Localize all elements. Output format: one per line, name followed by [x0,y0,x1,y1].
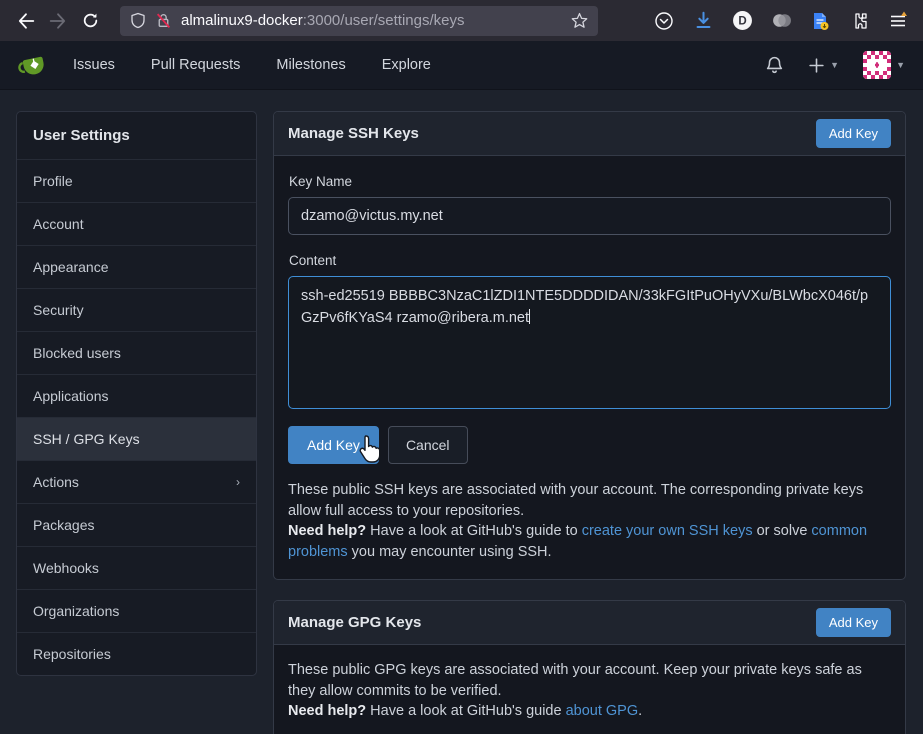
sidebar-item-applications[interactable]: Applications [17,374,256,417]
url-bar[interactable]: almalinux9-docker:3000/user/settings/key… [120,6,598,36]
sidebar-item-account[interactable]: Account [17,202,256,245]
key-content-textarea[interactable]: ssh-ed25519 BBBBC3NzaC1lZDI1NTE5DDDDIDAN… [288,276,891,409]
sidebar-title: User Settings [17,112,256,159]
disabled-extension-icon[interactable] [770,10,792,32]
browser-toolbar: almalinux9-docker:3000/user/settings/key… [0,0,923,41]
ssh-add-key-toggle-button[interactable]: Add Key [816,119,891,148]
shield-icon[interactable] [130,12,146,29]
ssh-panel-header: Manage SSH Keys Add Key [274,112,905,156]
reload-icon [82,12,99,29]
pocket-icon[interactable] [653,10,675,32]
gitea-logo[interactable] [18,50,49,81]
gpg-add-key-toggle-button[interactable]: Add Key [816,608,891,637]
nav-link-pull-requests[interactable]: Pull Requests [151,57,240,73]
nav-link-milestones[interactable]: Milestones [276,57,345,73]
browser-forward-button[interactable] [42,5,74,37]
ssh-guide-link[interactable]: create your own SSH keys [582,523,753,539]
text-caret [529,309,530,324]
bookmark-star-icon[interactable] [571,12,588,29]
key-name-input[interactable] [288,197,891,235]
content-label: Content [289,253,891,268]
sidebar-item-organizations[interactable]: Organizations [17,589,256,632]
cancel-button[interactable]: Cancel [388,426,468,464]
caret-down-icon: ▼ [896,60,905,70]
url-text: almalinux9-docker:3000/user/settings/key… [181,12,465,29]
add-key-submit-button[interactable]: Add Key [288,426,379,464]
nav-link-issues[interactable]: Issues [73,57,115,73]
key-name-label: Key Name [289,174,891,189]
sidebar-item-security[interactable]: Security [17,288,256,331]
browser-extension-area: D [653,10,913,32]
notifications-bell-icon[interactable] [765,55,784,75]
sidebar-item-blocked-users[interactable]: Blocked users [17,331,256,374]
sidebar-item-actions[interactable]: Actions› [17,460,256,503]
extensions-puzzle-icon[interactable] [848,10,870,32]
chevron-right-icon: › [236,475,240,489]
forward-arrow-icon [49,12,67,30]
nav-link-explore[interactable]: Explore [382,57,431,73]
caret-down-icon: ▼ [830,60,839,70]
gpg-panel-header: Manage GPG Keys Add Key [274,601,905,645]
downloads-icon[interactable] [692,10,714,32]
ssh-panel-title: Manage SSH Keys [288,125,419,142]
svg-text:D: D [738,16,746,28]
plus-icon [808,57,825,74]
gpg-keys-panel: Manage GPG Keys Add Key These public GPG… [273,600,906,734]
ssh-panel-body: Key Name Content ssh-ed25519 BBBBC3NzaC1… [274,156,905,579]
sidebar-item-webhooks[interactable]: Webhooks [17,546,256,589]
settings-sidebar: User Settings Profile Account Appearance… [16,111,257,676]
gpg-guide-link[interactable]: about GPG [566,703,639,719]
gitea-navbar: Issues Pull Requests Milestones Explore … [0,41,923,90]
ssh-help-text: These public SSH keys are associated wit… [288,480,891,562]
ssh-keys-panel: Manage SSH Keys Add Key Key Name Content… [273,111,906,580]
insecure-lock-icon[interactable] [155,12,172,29]
sidebar-item-ssh-gpg-keys[interactable]: SSH / GPG Keys [17,417,256,460]
nav-links: Issues Pull Requests Milestones Explore [73,57,431,73]
browser-reload-button[interactable] [74,5,106,37]
sidebar-item-repositories[interactable]: Repositories [17,632,256,675]
menu-hamburger-icon[interactable] [887,10,909,32]
browser-back-button[interactable] [10,5,42,37]
avatar[interactable] [863,51,891,79]
back-arrow-icon [17,12,35,30]
sidebar-item-appearance[interactable]: Appearance [17,245,256,288]
document-extension-icon[interactable] [809,10,831,32]
update-badge [901,11,907,16]
sidebar-item-profile[interactable]: Profile [17,159,256,202]
duckduckgo-extension-icon[interactable]: D [731,10,753,32]
create-new-dropdown[interactable]: ▼ [808,57,839,74]
gpg-panel-body: These public GPG keys are associated wit… [274,645,905,734]
user-menu[interactable]: ▼ [863,51,905,79]
gpg-help-text: These public GPG keys are associated wit… [288,660,891,722]
sidebar-item-packages[interactable]: Packages [17,503,256,546]
gpg-panel-title: Manage GPG Keys [288,614,421,631]
